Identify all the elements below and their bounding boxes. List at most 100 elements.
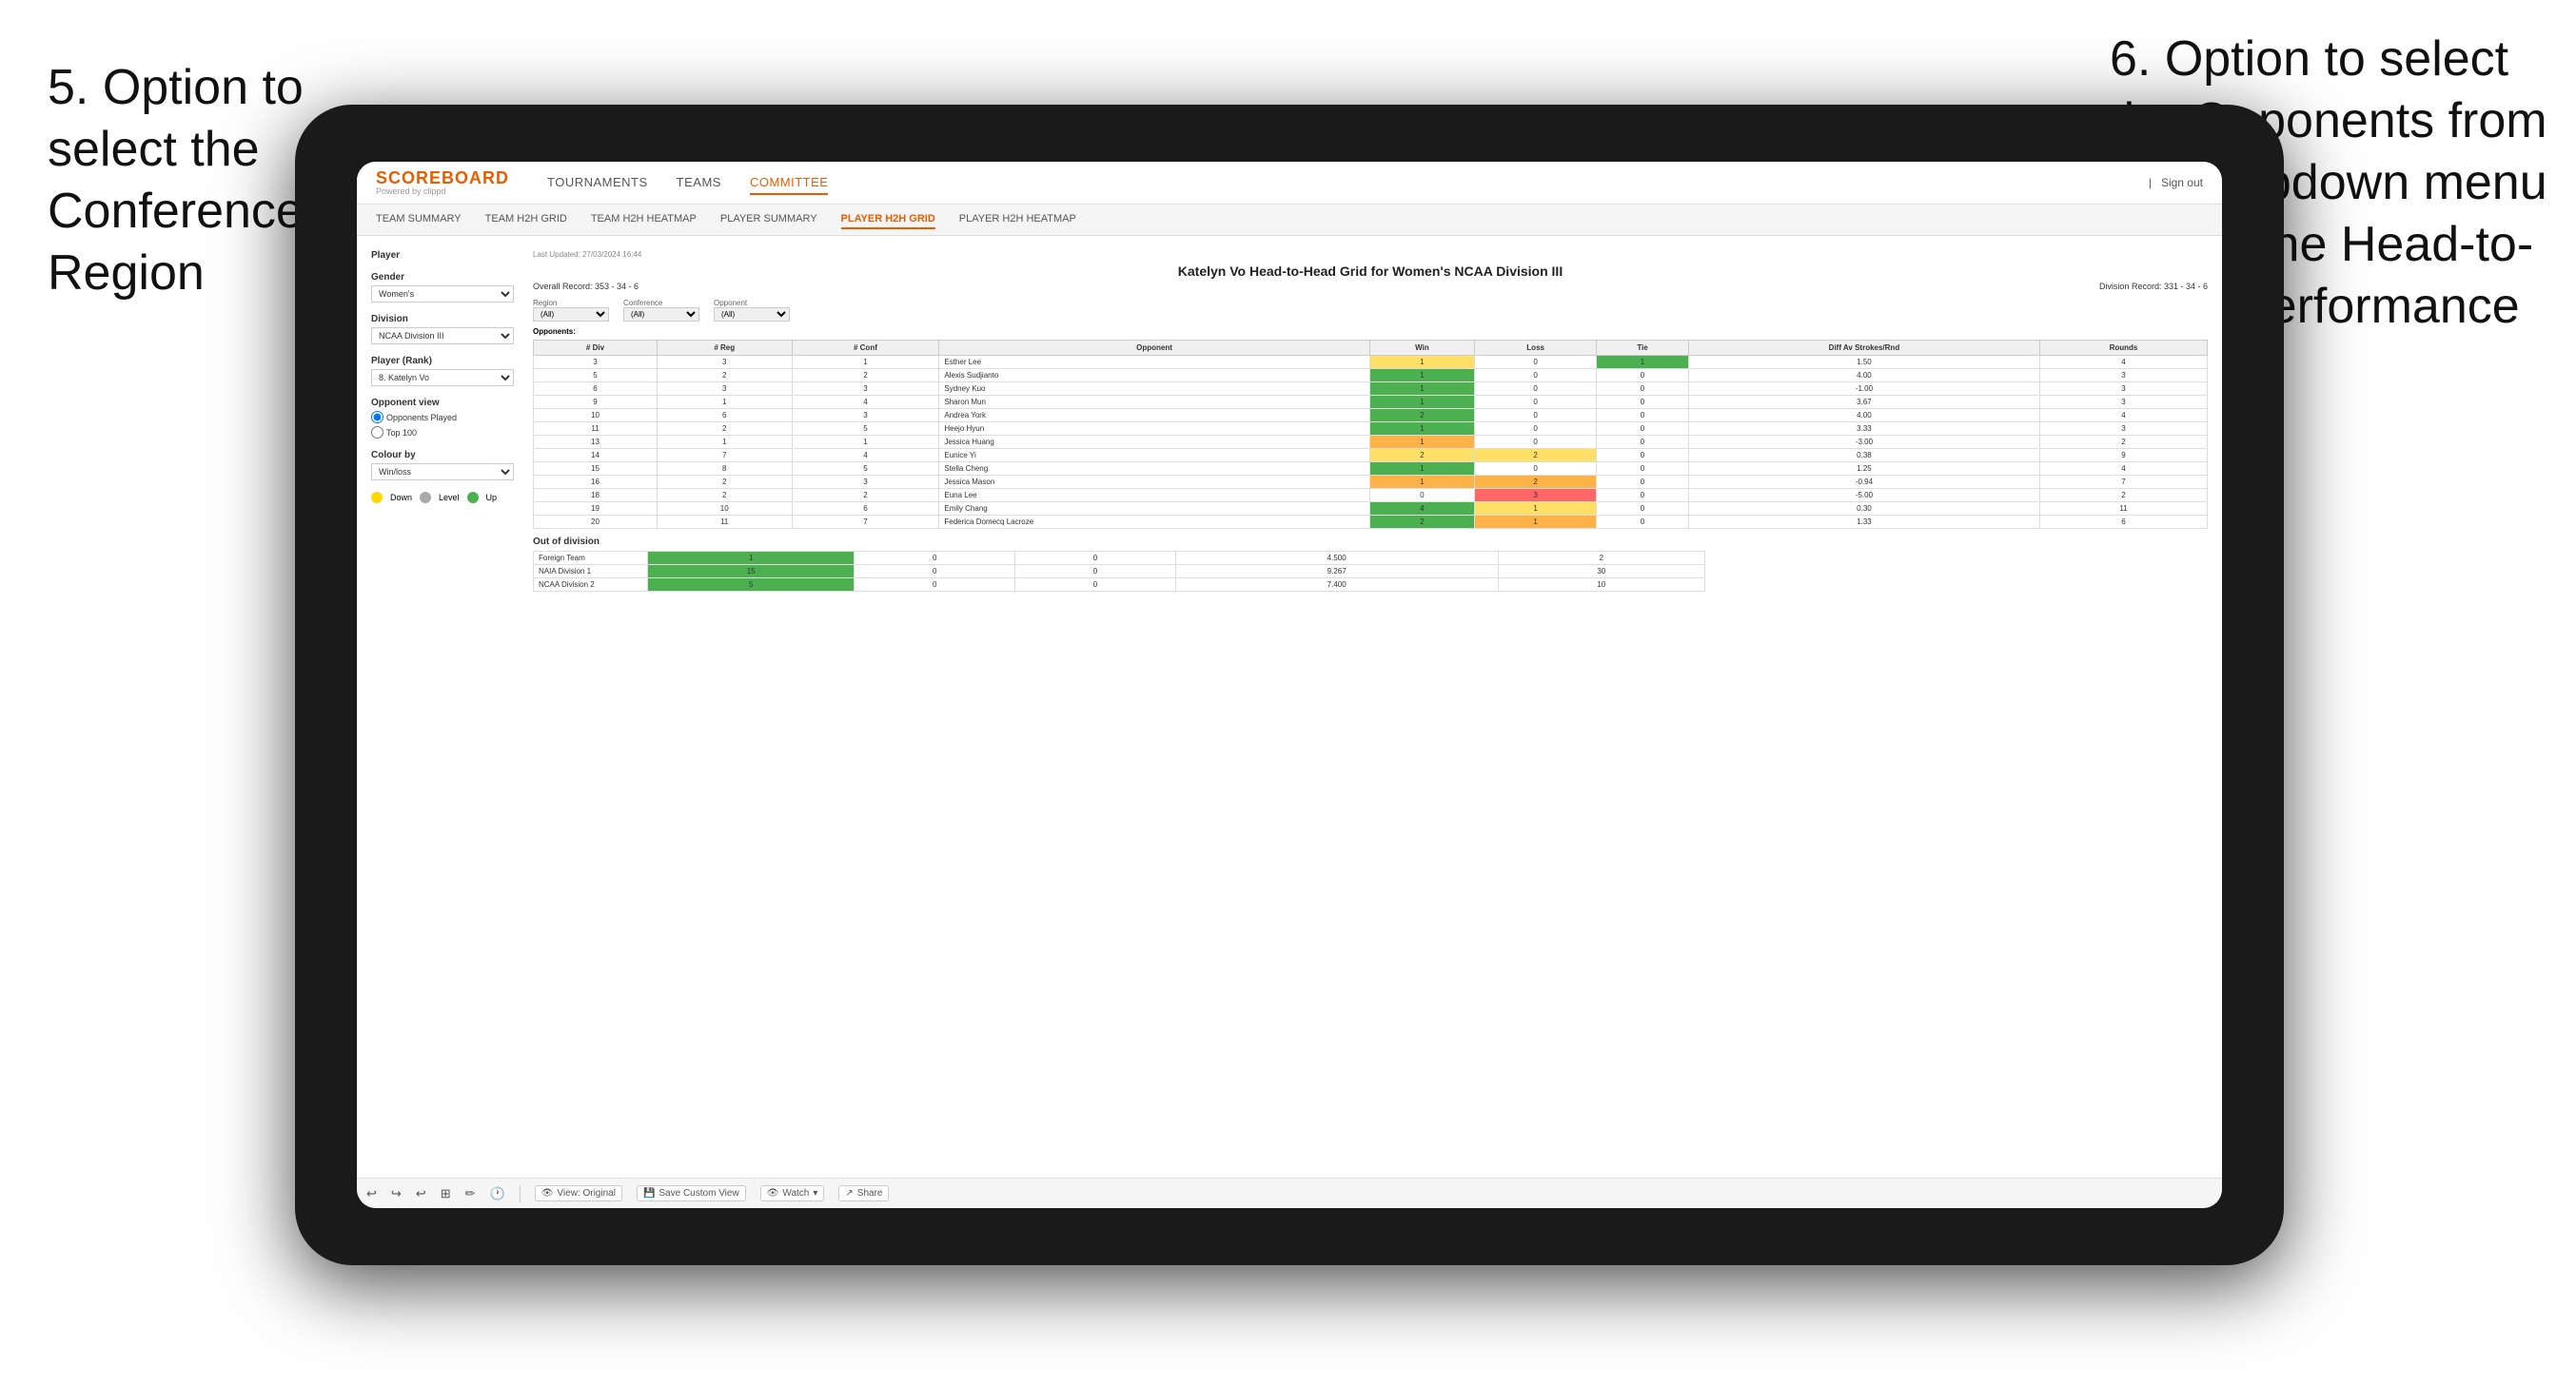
ood-table-cell: 4.500: [1175, 552, 1498, 565]
subnav-team-summary[interactable]: TEAM SUMMARY: [376, 210, 462, 229]
gender-label: Gender: [371, 272, 514, 283]
table-row: 1311Jessica Huang100-3.002: [534, 436, 2208, 449]
table-cell: 0: [1597, 436, 1689, 449]
redo-icon[interactable]: ↩: [416, 1186, 426, 1201]
region-label: Region: [533, 299, 609, 307]
table-cell: 4.00: [1688, 369, 2039, 382]
table-cell: 1: [792, 436, 939, 449]
table-cell: 2: [1475, 476, 1597, 489]
table-cell: 3: [792, 409, 939, 422]
nav-teams[interactable]: TEAMS: [677, 171, 721, 195]
legend-level-label: Level: [439, 493, 460, 502]
table-cell: 4: [1369, 502, 1474, 516]
nav-committee[interactable]: COMMITTEE: [750, 171, 829, 195]
subnav-team-h2h-grid[interactable]: TEAM H2H GRID: [485, 210, 567, 229]
watch-icon: 👁: [767, 1188, 779, 1199]
ood-table-cell: 0: [855, 578, 1015, 592]
subnav-player-h2h-grid[interactable]: PLAYER H2H GRID: [841, 210, 935, 229]
view-original-label: View: Original: [557, 1188, 616, 1199]
ood-table-cell: 1: [648, 552, 855, 565]
table-cell: 0: [1475, 396, 1597, 409]
table-cell: 11: [2039, 502, 2207, 516]
conference-select[interactable]: (All): [623, 307, 699, 322]
table-cell: 3: [792, 382, 939, 396]
legend-up-dot: [467, 492, 479, 503]
col-tie: Tie: [1597, 341, 1689, 356]
share-label: Share: [857, 1188, 883, 1199]
table-row: 633Sydney Kuo100-1.003: [534, 382, 2208, 396]
table-cell: Jessica Mason: [939, 476, 1369, 489]
ood-table-cell: 2: [1498, 552, 1704, 565]
table-cell: 8: [657, 462, 792, 476]
watch-chevron: ▾: [813, 1188, 817, 1199]
subnav-player-summary[interactable]: PLAYER SUMMARY: [720, 210, 817, 229]
table-cell: 16: [534, 476, 658, 489]
undo-icon[interactable]: ↩: [366, 1186, 377, 1201]
save-custom-view-btn[interactable]: 💾 Save Custom View: [637, 1185, 746, 1201]
nav-tournaments[interactable]: TOURNAMENTS: [547, 171, 648, 195]
table-cell: 3: [534, 356, 658, 369]
table-cell: 0: [1597, 369, 1689, 382]
col-div: # Div: [534, 341, 658, 356]
table-cell: 2: [1369, 516, 1474, 529]
table-cell: 11: [534, 422, 658, 436]
main-nav: TOURNAMENTS TEAMS COMMITTEE: [547, 171, 2111, 195]
table-cell: 0: [1597, 516, 1689, 529]
table-cell: 2: [1475, 449, 1597, 462]
subnav-player-h2h-heatmap[interactable]: PLAYER H2H HEATMAP: [959, 210, 1076, 229]
paint-icon[interactable]: ✏: [465, 1186, 476, 1201]
table-cell: 6: [792, 502, 939, 516]
table-cell: 10: [534, 409, 658, 422]
table-cell: Alexis Sudjianto: [939, 369, 1369, 382]
table-cell: 4: [2039, 462, 2207, 476]
sub-nav: TEAM SUMMARY TEAM H2H GRID TEAM H2H HEAT…: [357, 205, 2222, 236]
table-cell: Emily Chang: [939, 502, 1369, 516]
table-cell: 0: [1597, 382, 1689, 396]
clock-icon[interactable]: 🕐: [490, 1186, 505, 1201]
table-cell: 0: [1597, 409, 1689, 422]
save-icon: 💾: [643, 1188, 655, 1199]
col-opponent: Opponent: [939, 341, 1369, 356]
watch-btn[interactable]: 👁 Watch ▾: [760, 1185, 825, 1201]
crop-icon[interactable]: ⊞: [441, 1186, 451, 1201]
ood-table-cell: 7.400: [1175, 578, 1498, 592]
colour-by-select[interactable]: Win/loss: [371, 463, 514, 480]
table-row: 522Alexis Sudjianto1004.003: [534, 369, 2208, 382]
table-cell: 2: [1369, 409, 1474, 422]
table-cell: 0: [1475, 422, 1597, 436]
subnav-team-h2h-heatmap[interactable]: TEAM H2H HEATMAP: [591, 210, 697, 229]
undo2-icon[interactable]: ↪: [391, 1186, 402, 1201]
table-cell: 9: [534, 396, 658, 409]
ood-table-cell: 0: [1015, 565, 1176, 578]
table-row: 19106Emily Chang4100.3011: [534, 502, 2208, 516]
opponent-view-label: Opponent view: [371, 398, 514, 408]
opponent-filter-label: Opponent: [714, 299, 790, 307]
table-cell: 6: [534, 382, 658, 396]
division-label: Division: [371, 314, 514, 324]
table-cell: 3: [2039, 422, 2207, 436]
ood-table-cell: 0: [1015, 578, 1176, 592]
save-label: Save Custom View: [659, 1188, 738, 1199]
table-cell: 7: [2039, 476, 2207, 489]
filter-row: Region (All) Conference (All) Opponent: [533, 299, 2208, 322]
table-cell: 2: [792, 369, 939, 382]
legend-down-dot: [371, 492, 383, 503]
division-select[interactable]: NCAA Division III: [371, 327, 514, 344]
table-cell: Stella Cheng: [939, 462, 1369, 476]
watch-label: Watch: [782, 1188, 809, 1199]
ood-table-cell: 10: [1498, 578, 1704, 592]
table-cell: 0: [1475, 436, 1597, 449]
gender-select[interactable]: Women's: [371, 285, 514, 303]
table-cell: 6: [2039, 516, 2207, 529]
table-cell: 0: [1597, 489, 1689, 502]
toolbar: ↩ ↪ ↩ ⊞ ✏ 🕐 👁 View: Original 💾 Save Cust…: [357, 1178, 2222, 1208]
table-cell: 1: [1475, 516, 1597, 529]
sign-out-link[interactable]: Sign out: [2161, 176, 2203, 189]
opponent-select[interactable]: (All): [714, 307, 790, 322]
share-btn[interactable]: ↗ Share: [838, 1185, 889, 1201]
player-rank-select[interactable]: 8. Katelyn Vo: [371, 369, 514, 386]
table-cell: 2: [2039, 436, 2207, 449]
gender-section: Gender Women's: [371, 272, 514, 303]
view-original-btn[interactable]: 👁 View: Original: [535, 1185, 622, 1201]
region-select[interactable]: (All): [533, 307, 609, 322]
